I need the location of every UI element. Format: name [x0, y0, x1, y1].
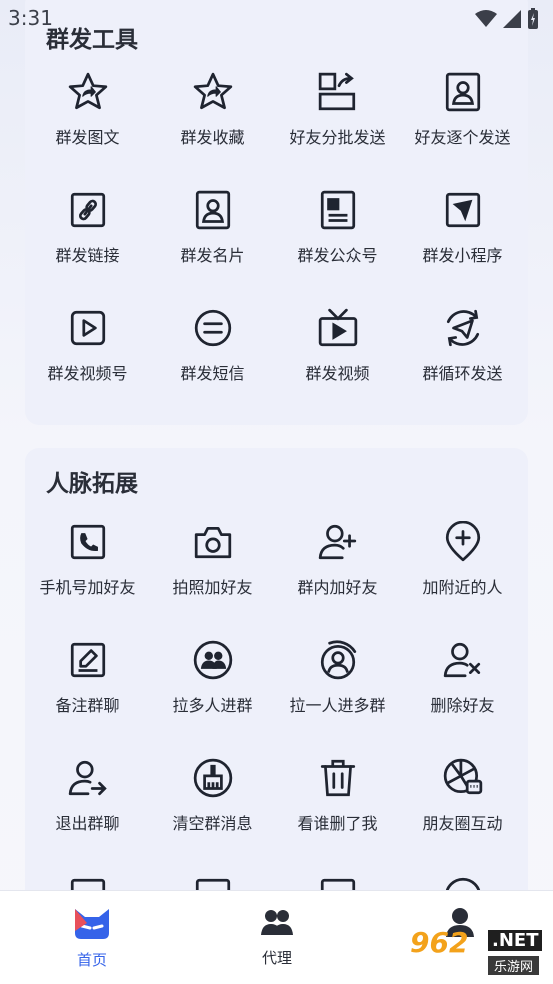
tool-group-loop-send[interactable]: 群循环发送: [400, 306, 525, 416]
tool-label: 退出群聊: [55, 814, 120, 833]
tool-label: 拍照加好友: [172, 578, 253, 597]
tool-send-friends-one-by-one[interactable]: 好友逐个发送: [400, 70, 525, 180]
edit-note-icon: [66, 638, 110, 682]
tab-agent[interactable]: 代理: [217, 905, 337, 968]
network-section: 人脉拓展 手机号加好友 拍照加好友 群内加好友 加附近的人 备注群聊 拉多人进群…: [25, 448, 528, 915]
tool-label: 清空群消息: [172, 814, 253, 833]
tool-who-deleted-me[interactable]: 看谁删了我: [275, 756, 400, 866]
section-title: 人脉拓展: [46, 471, 138, 497]
tool-label: 群发收藏: [180, 128, 245, 147]
mini-program-icon: [441, 188, 485, 232]
contact-card-icon: [441, 70, 485, 114]
broom-icon: [191, 756, 235, 800]
wifi-icon: [475, 10, 497, 27]
site-watermark: 962 .NET 乐游网: [410, 926, 545, 978]
tool-label: 群发名片: [180, 246, 245, 265]
battery-icon: [528, 8, 538, 29]
tool-mass-send-favorites[interactable]: 群发收藏: [150, 70, 275, 180]
tool-mass-send-graphic[interactable]: 群发图文: [25, 70, 150, 180]
tool-mass-send-card[interactable]: 群发名片: [150, 188, 275, 298]
tool-label: 群发图文: [55, 128, 120, 147]
link-icon: [66, 188, 110, 232]
mass-send-section: 群发工具 群发图文 群发收藏 好友分批发送 好友逐个发送 群发链接 群发名片 群…: [25, 0, 528, 425]
tool-label: 删除好友: [430, 696, 495, 715]
star-share-icon: [66, 70, 110, 114]
watermark-net: .NET: [488, 930, 543, 951]
tool-mass-send-sms[interactable]: 群发短信: [150, 306, 275, 416]
tool-pull-many-into-group[interactable]: 拉多人进群: [150, 638, 275, 748]
tool-mass-send-mini-program[interactable]: 群发小程序: [400, 188, 525, 298]
trash-icon: [316, 756, 360, 800]
exit-user-icon: [66, 756, 110, 800]
tab-label: 首页: [76, 951, 107, 969]
batch-send-icon: [316, 70, 360, 114]
tool-moments-interaction[interactable]: 朋友圈互动: [400, 756, 525, 866]
tool-label: 群发小程序: [422, 246, 503, 265]
tool-label: 好友逐个发送: [414, 128, 511, 147]
tool-add-nearby-people[interactable]: 加附近的人: [400, 520, 525, 630]
tool-label: 手机号加好友: [39, 578, 136, 597]
tool-mass-send-channels[interactable]: 群发视频号: [25, 306, 150, 416]
star-share-icon: [191, 70, 235, 114]
watermark-logo: 962: [410, 926, 469, 959]
tool-label: 群内加好友: [297, 578, 378, 597]
group-users-icon: [191, 638, 235, 682]
tool-label: 备注群聊: [55, 696, 120, 715]
location-add-icon: [441, 520, 485, 564]
watermark-sub: 乐游网: [488, 956, 540, 975]
tv-icon: [316, 306, 360, 350]
tool-label: 加附近的人: [422, 578, 503, 597]
video-play-icon: [66, 306, 110, 350]
tab-home[interactable]: 首页: [32, 905, 152, 970]
status-bar: 3:31: [0, 0, 553, 40]
tool-pull-one-into-many-groups[interactable]: 拉一人进多群: [275, 638, 400, 748]
tool-label: 朋友圈互动: [422, 814, 503, 833]
status-icons: [475, 8, 539, 30]
tool-clear-group-messages[interactable]: 清空群消息: [150, 756, 275, 866]
tool-add-friend-by-phone[interactable]: 手机号加好友: [25, 520, 150, 630]
tab-label: 代理: [261, 949, 292, 967]
user-circle-icon: [316, 638, 360, 682]
tool-mass-send-video[interactable]: 群发视频: [275, 306, 400, 416]
tool-label: 拉多人进群: [172, 696, 253, 715]
moments-chat-icon: [441, 756, 485, 800]
tool-label: 拉一人进多群: [289, 696, 386, 715]
remove-user-icon: [441, 638, 485, 682]
tool-label: 群循环发送: [422, 364, 503, 383]
tool-mass-send-link[interactable]: 群发链接: [25, 188, 150, 298]
home-logo-icon: [75, 909, 109, 939]
contact-card-icon: [191, 188, 235, 232]
tool-batch-send-friends[interactable]: 好友分批发送: [275, 70, 400, 180]
tool-exit-group-chat[interactable]: 退出群聊: [25, 756, 150, 866]
add-user-icon: [316, 520, 360, 564]
camera-icon: [191, 520, 235, 564]
agents-icon: [261, 910, 293, 935]
tool-label: 看谁删了我: [297, 814, 378, 833]
tool-label: 好友分批发送: [289, 128, 386, 147]
tool-add-friend-by-photo[interactable]: 拍照加好友: [150, 520, 275, 630]
tool-label: 群发短信: [180, 364, 245, 383]
article-icon: [316, 188, 360, 232]
status-time: 3:31: [8, 6, 53, 30]
tool-label: 群发链接: [55, 246, 120, 265]
tool-remark-group-chat[interactable]: 备注群聊: [25, 638, 150, 748]
tool-mass-send-official-account[interactable]: 群发公众号: [275, 188, 400, 298]
signal-icon: [503, 10, 521, 28]
loop-send-icon: [441, 306, 485, 350]
tool-label: 群发视频号: [47, 364, 128, 383]
sms-icon: [191, 306, 235, 350]
tool-label: 群发视频: [305, 364, 370, 383]
phone-icon: [66, 520, 110, 564]
tool-delete-friends[interactable]: 删除好友: [400, 638, 525, 748]
tool-label: 群发公众号: [297, 246, 378, 265]
tool-add-friend-in-group[interactable]: 群内加好友: [275, 520, 400, 630]
